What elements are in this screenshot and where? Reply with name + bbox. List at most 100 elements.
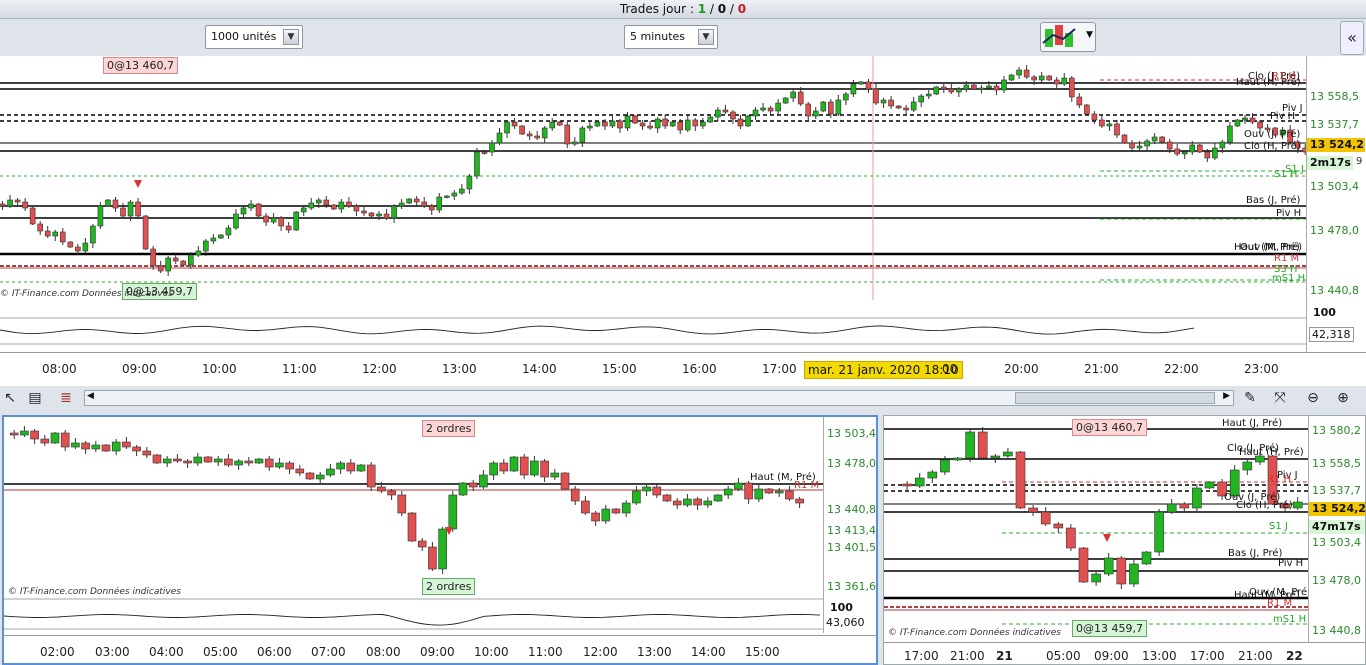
- main-candle-body: [940, 86, 947, 90]
- trades-status-bar: Trades jour : 1 / 0 / 0: [0, 0, 1366, 19]
- main-candle-body: [180, 260, 187, 266]
- left-candle-body: [774, 490, 784, 494]
- zoom-in-icon[interactable]: ⊕: [1333, 388, 1353, 408]
- scroll-right-icon[interactable]: ▶: [1223, 391, 1230, 401]
- main-candle-body: [692, 119, 699, 127]
- price-axis[interactable]: 13 503,4 13 478,0 13 440,8 13 413,4 13 401,5…: [823, 417, 876, 599]
- order-badge-top: 2 ordres: [422, 420, 476, 437]
- left-candle-body: [489, 462, 498, 476]
- main-candle-body: [368, 212, 375, 217]
- horizontal-scrollbar[interactable]: ◀ ▶: [84, 390, 1234, 406]
- right-candle-body: [1166, 503, 1177, 513]
- right-candle-body: [1091, 573, 1101, 583]
- scroll-left-icon[interactable]: ◀: [87, 391, 94, 401]
- main-candle-body: [956, 88, 962, 93]
- time-label: 22:00: [1164, 362, 1199, 376]
- zoom-out-icon[interactable]: ⊖: [1303, 388, 1323, 408]
- scroll-thumb[interactable]: [1015, 392, 1215, 404]
- time-axis[interactable]: 02:00 03:00 04:00 05:00 06:00 07:00 08:00 09:00…: [4, 635, 876, 663]
- left-candle-body: [387, 490, 396, 496]
- layers-icon[interactable]: ≣: [56, 388, 76, 408]
- main-candle-body: [308, 202, 315, 209]
- price-label: 13 478,0: [1307, 224, 1365, 238]
- time-axis[interactable]: 17:00 21:00 21 05:00 09:00 13:00 17:00 21:00 22: [884, 642, 1365, 664]
- main-candle-body: [421, 201, 428, 207]
- trades-count-green: 1: [697, 2, 707, 16]
- osc-max: 100: [1313, 306, 1336, 319]
- time-label: 13:00: [1142, 649, 1177, 663]
- left-candle-body: [40, 438, 50, 444]
- price-label: 13 361,6: [824, 580, 876, 594]
- time-label: 09:00: [122, 362, 157, 376]
- drawing-tool-icon[interactable]: ✎: [1240, 388, 1260, 408]
- main-candle-body: [1106, 123, 1113, 127]
- left-candle-body: [326, 468, 335, 476]
- down-arrow-icon: [1103, 534, 1111, 542]
- time-label: 02:00: [40, 645, 75, 659]
- level-label: R1 H: [1267, 474, 1292, 485]
- left-candle-body: [264, 458, 274, 468]
- right-candle-body: [1179, 503, 1190, 509]
- left-candle-body: [295, 468, 305, 474]
- quantity-select[interactable]: 1000 unités ▼: [205, 25, 303, 49]
- collapse-panel-button[interactable]: «: [1340, 21, 1364, 55]
- main-candle-body: [1099, 119, 1105, 127]
- main-candle-body: [218, 234, 224, 239]
- chevron-down-icon[interactable]: ▼: [698, 29, 714, 45]
- right-candle-body: [914, 477, 925, 487]
- left-candle-body: [336, 462, 345, 470]
- level-label: mS1 H: [1272, 273, 1306, 284]
- cursor-tool-icon[interactable]: ↖: [0, 388, 20, 408]
- main-chart-panel[interactable]: 0@13 460,7 0@13 459,7 © IT-Finance.com D…: [0, 56, 1366, 386]
- main-candle-body: [1212, 147, 1218, 159]
- main-candle-body: [383, 213, 390, 219]
- zoom-fit-icon[interactable]: ⤧: [1270, 388, 1290, 408]
- quantity-value: 1000 unités: [211, 30, 277, 43]
- main-candle-body: [1227, 125, 1233, 143]
- main-candle-body: [195, 250, 202, 256]
- order-badge-top: 0@13 460,7: [1072, 419, 1147, 436]
- left-candle-body: [132, 446, 141, 452]
- main-candle-body: [760, 107, 766, 111]
- main-candle-body: [918, 95, 924, 103]
- interval-select[interactable]: 5 minutes ▼: [624, 25, 718, 49]
- price-label: 13 503,4: [824, 427, 876, 441]
- level-label: Piv H: [1278, 558, 1304, 569]
- main-candle-body: [44, 230, 51, 237]
- main-candle-body: [52, 231, 59, 237]
- main-candle-body: [263, 215, 269, 223]
- chart-type-button[interactable]: ▼: [1040, 22, 1096, 52]
- right-chart-panel[interactable]: 0@13 460,7 0@13 459,7 © IT-Finance.com D…: [883, 415, 1366, 665]
- left-candle-body: [111, 441, 121, 452]
- main-candle-body: [1084, 104, 1090, 115]
- osc-value: 43,060: [826, 616, 865, 629]
- left-candle-body: [428, 546, 437, 570]
- main-candle-body: [474, 151, 480, 177]
- main-candle-body: [210, 237, 217, 242]
- main-candle-body: [647, 125, 653, 129]
- time-axis[interactable]: 08:00 09:00 10:00 11:00 12:00 13:00 14:00 15:00…: [0, 352, 1366, 386]
- main-candle-body: [75, 246, 81, 252]
- right-candle-body: [902, 483, 912, 487]
- left-candle-body: [60, 432, 70, 448]
- price-axis[interactable]: 13 580,2 13 558,5 13 537,7 13 524,2 13 503,4…: [1308, 416, 1365, 642]
- main-candle-body: [1257, 121, 1263, 129]
- left-chart-panel[interactable]: 2 ordres 2 ordres Haut (M, Pré) R1 M © I…: [2, 415, 878, 665]
- trades-sep: /: [726, 2, 738, 16]
- main-candle-body: [858, 81, 864, 85]
- main-candle-body: [519, 125, 525, 135]
- time-label: 13:00: [442, 362, 477, 376]
- left-candle-body: [244, 460, 254, 464]
- watermark: © IT-Finance.com Données indicatives: [888, 628, 1061, 638]
- document-icon[interactable]: ▤: [25, 388, 45, 408]
- left-candle-body: [285, 462, 294, 470]
- main-candle-body: [1008, 74, 1015, 81]
- main-candle-body: [142, 215, 149, 250]
- left-candle-body: [91, 444, 101, 450]
- price-axis[interactable]: 13 558,5 13 537,7 13 524,2 13 503,4 13 478,0…: [1306, 56, 1366, 314]
- main-candle-body: [504, 121, 510, 134]
- right-candle-body: [940, 459, 950, 473]
- chevron-down-icon[interactable]: ▼: [283, 29, 299, 45]
- main-candle-body: [1136, 145, 1143, 149]
- left-candle-body: [591, 512, 600, 522]
